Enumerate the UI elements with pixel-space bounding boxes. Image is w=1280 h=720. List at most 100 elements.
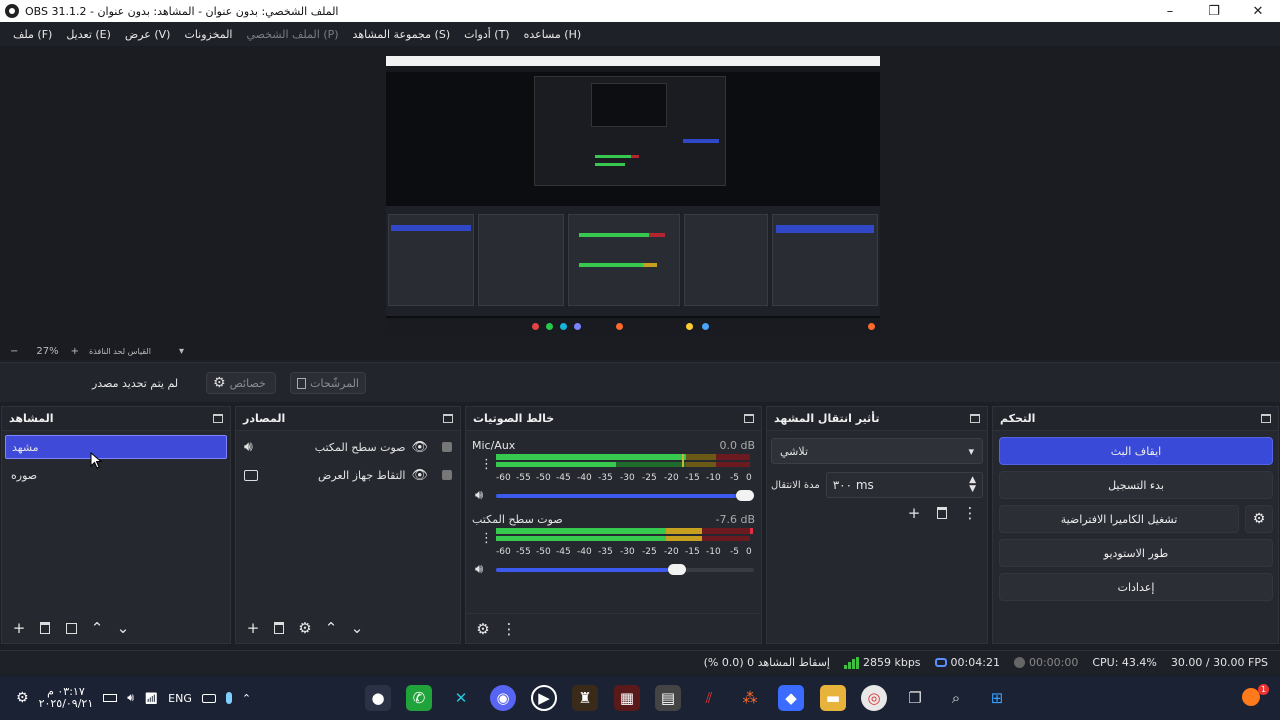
menu-help[interactable]: مساعده (H) <box>517 28 589 41</box>
start-menu-icon[interactable]: ⊞ <box>984 685 1010 711</box>
source-item[interactable]: 🔊︎ صوت سطح المكتب 👁︎ <box>236 433 460 461</box>
zoom-in-button[interactable]: + <box>71 346 79 357</box>
menu-bar: ملف (F) تعديل (E) عرض (V) المخزونات المل… <box>0 22 1280 46</box>
menu-view[interactable]: عرض (V) <box>118 28 178 41</box>
whatsapp-taskbar-icon[interactable]: ✆ <box>406 685 432 711</box>
preview-canvas[interactable] <box>386 56 880 334</box>
move-up-button[interactable]: ⌃ <box>322 619 340 637</box>
undock-icon[interactable] <box>744 414 754 423</box>
preview-area[interactable] <box>0 46 1280 342</box>
scale-to-window-label[interactable]: القياس لحد النافذة <box>89 347 151 356</box>
minimize-button[interactable]: – <box>1148 0 1192 22</box>
maximize-button[interactable]: ❐ <box>1192 0 1236 22</box>
meter-scale: -60 -55 -50 -45 -40 -35 -30 -25 -20 -15 … <box>496 547 752 557</box>
app-taskbar-icon[interactable]: ◆ <box>778 685 804 711</box>
transition-menu-button[interactable]: ⋮ <box>961 504 979 522</box>
menu-scene-collection[interactable]: مجموعة المشاهد (S) <box>346 28 458 41</box>
menu-file[interactable]: ملف (F) <box>6 28 59 41</box>
channel-menu-button[interactable]: ⋮ <box>480 457 493 472</box>
microphone-icon[interactable] <box>225 692 232 704</box>
trash-icon <box>40 622 50 634</box>
app-taskbar-icon[interactable]: ⁂ <box>737 685 763 711</box>
move-down-button[interactable]: ⌄ <box>114 619 132 637</box>
undock-icon[interactable] <box>1261 414 1271 423</box>
channel-name: Mic/Aux <box>472 438 516 452</box>
mixer-channel: Mic/Aux 0.0 dB ⋮ -60 -55 -50 -45 -40 -35… <box>466 437 761 504</box>
mute-speaker-icon[interactable]: 🔊︎ <box>475 562 483 577</box>
duration-spinbox[interactable]: ٣٠٠ ms ▲ ▼ <box>825 472 983 498</box>
battery-icon[interactable] <box>103 694 118 702</box>
scene-item[interactable]: صوره <box>5 463 227 487</box>
app-taskbar-icon[interactable]: ▤ <box>655 685 681 711</box>
chrome-taskbar-icon[interactable]: ◎ <box>861 685 887 711</box>
search-taskbar-icon[interactable]: ⌕ <box>943 685 969 711</box>
volume-icon[interactable]: 🔊︎ <box>127 691 134 705</box>
remove-source-button[interactable] <box>270 619 288 637</box>
transition-select[interactable]: تلاشي ▾ <box>771 438 983 464</box>
volume-slider[interactable] <box>496 490 754 501</box>
lock-icon[interactable] <box>442 470 452 480</box>
scene-item[interactable]: مشهد <box>5 435 227 459</box>
eye-icon[interactable]: 👁︎ <box>411 468 428 483</box>
remove-transition-button[interactable] <box>933 504 951 522</box>
chevron-up-icon[interactable]: ⌃ <box>242 692 251 705</box>
remove-scene-button[interactable] <box>36 619 54 637</box>
settings-button[interactable]: إعدادات <box>999 573 1273 601</box>
stream-timer: 00:04:21 <box>934 656 1000 669</box>
media-player-taskbar-icon[interactable]: ▶ <box>531 685 557 711</box>
gear-icon: ⚙ <box>213 375 226 391</box>
notification-bell-icon[interactable]: ⚙ <box>16 690 29 706</box>
obs-logo-icon <box>5 4 19 18</box>
menu-docks[interactable]: المخزونات <box>177 28 239 41</box>
move-down-button[interactable]: ⌄ <box>348 619 366 637</box>
app-taskbar-icon[interactable]: ♜ <box>572 685 598 711</box>
menu-profile[interactable]: الملف الشخصي (P) <box>240 28 346 41</box>
cpu-text: CPU: 43.4% <box>1092 656 1157 669</box>
volume-slider[interactable] <box>496 564 754 575</box>
task-view-taskbar-icon[interactable]: ❐ <box>902 685 928 711</box>
source-item[interactable]: التقاط جهاز العرض 👁︎ <box>236 461 460 489</box>
stop-stream-button[interactable]: ايقاف البث <box>999 437 1273 465</box>
add-scene-button[interactable]: + <box>10 619 28 637</box>
advanced-audio-gear-icon[interactable]: ⚙ <box>474 620 492 638</box>
close-button[interactable]: ✕ <box>1236 0 1280 22</box>
file-explorer-taskbar-icon[interactable]: ▬ <box>820 685 846 711</box>
lock-icon[interactable] <box>442 442 452 452</box>
app-taskbar-icon[interactable]: ⫽ <box>696 685 722 711</box>
capcut-taskbar-icon[interactable]: ✕ <box>448 685 474 711</box>
mute-speaker-icon[interactable]: 🔊︎ <box>475 488 483 503</box>
undock-icon[interactable] <box>443 414 453 423</box>
properties-label: خصائص <box>229 376 266 390</box>
scene-filters-button[interactable] <box>62 619 80 637</box>
mixer-menu-button[interactable]: ⋮ <box>500 620 518 638</box>
studio-mode-button[interactable]: طور الاستوديو <box>999 539 1273 567</box>
undock-icon[interactable] <box>213 414 223 423</box>
properties-button[interactable]: ⚙ خصائص <box>206 372 276 394</box>
menu-tools[interactable]: أدوات (T) <box>457 28 517 41</box>
virtual-camera-settings-gear-icon[interactable]: ⚙ <box>1245 505 1273 533</box>
zoom-out-button[interactable]: − <box>10 346 18 357</box>
chevron-down-icon[interactable]: ▾ <box>179 346 184 357</box>
spin-arrows-icon[interactable]: ▲ ▼ <box>969 476 976 494</box>
language-indicator[interactable]: ENG <box>168 692 192 705</box>
discord-taskbar-icon[interactable]: ◉ <box>490 685 516 711</box>
move-up-button[interactable]: ⌃ <box>88 619 106 637</box>
wifi-icon[interactable]: 📶︎ <box>144 692 158 705</box>
eye-icon[interactable]: 👁︎ <box>411 440 428 455</box>
start-recording-button[interactable]: بدء التسجيل <box>999 471 1273 499</box>
channel-db: -7.6 dB <box>715 512 756 526</box>
menu-edit[interactable]: تعديل (E) <box>59 28 118 41</box>
filters-button[interactable]: المرشّحات <box>290 372 366 394</box>
clock-date[interactable]: ٢٠٢٥/٠٩/٢١ <box>39 698 94 710</box>
scene-label: مشهد <box>12 440 39 454</box>
add-source-button[interactable]: + <box>244 619 262 637</box>
obs-taskbar-icon[interactable]: ● <box>365 685 391 711</box>
start-virtual-camera-button[interactable]: تشغيل الكاميرا الافتراضية <box>999 505 1239 533</box>
source-properties-button[interactable]: ⚙ <box>296 619 314 637</box>
undock-icon[interactable] <box>970 414 980 423</box>
channel-menu-button[interactable]: ⋮ <box>480 531 493 546</box>
app-taskbar-icon[interactable]: ▦ <box>614 685 640 711</box>
speaker-icon: 🔊︎ <box>244 439 253 455</box>
keyboard-icon[interactable] <box>201 693 216 703</box>
add-transition-button[interactable]: + <box>905 504 923 522</box>
